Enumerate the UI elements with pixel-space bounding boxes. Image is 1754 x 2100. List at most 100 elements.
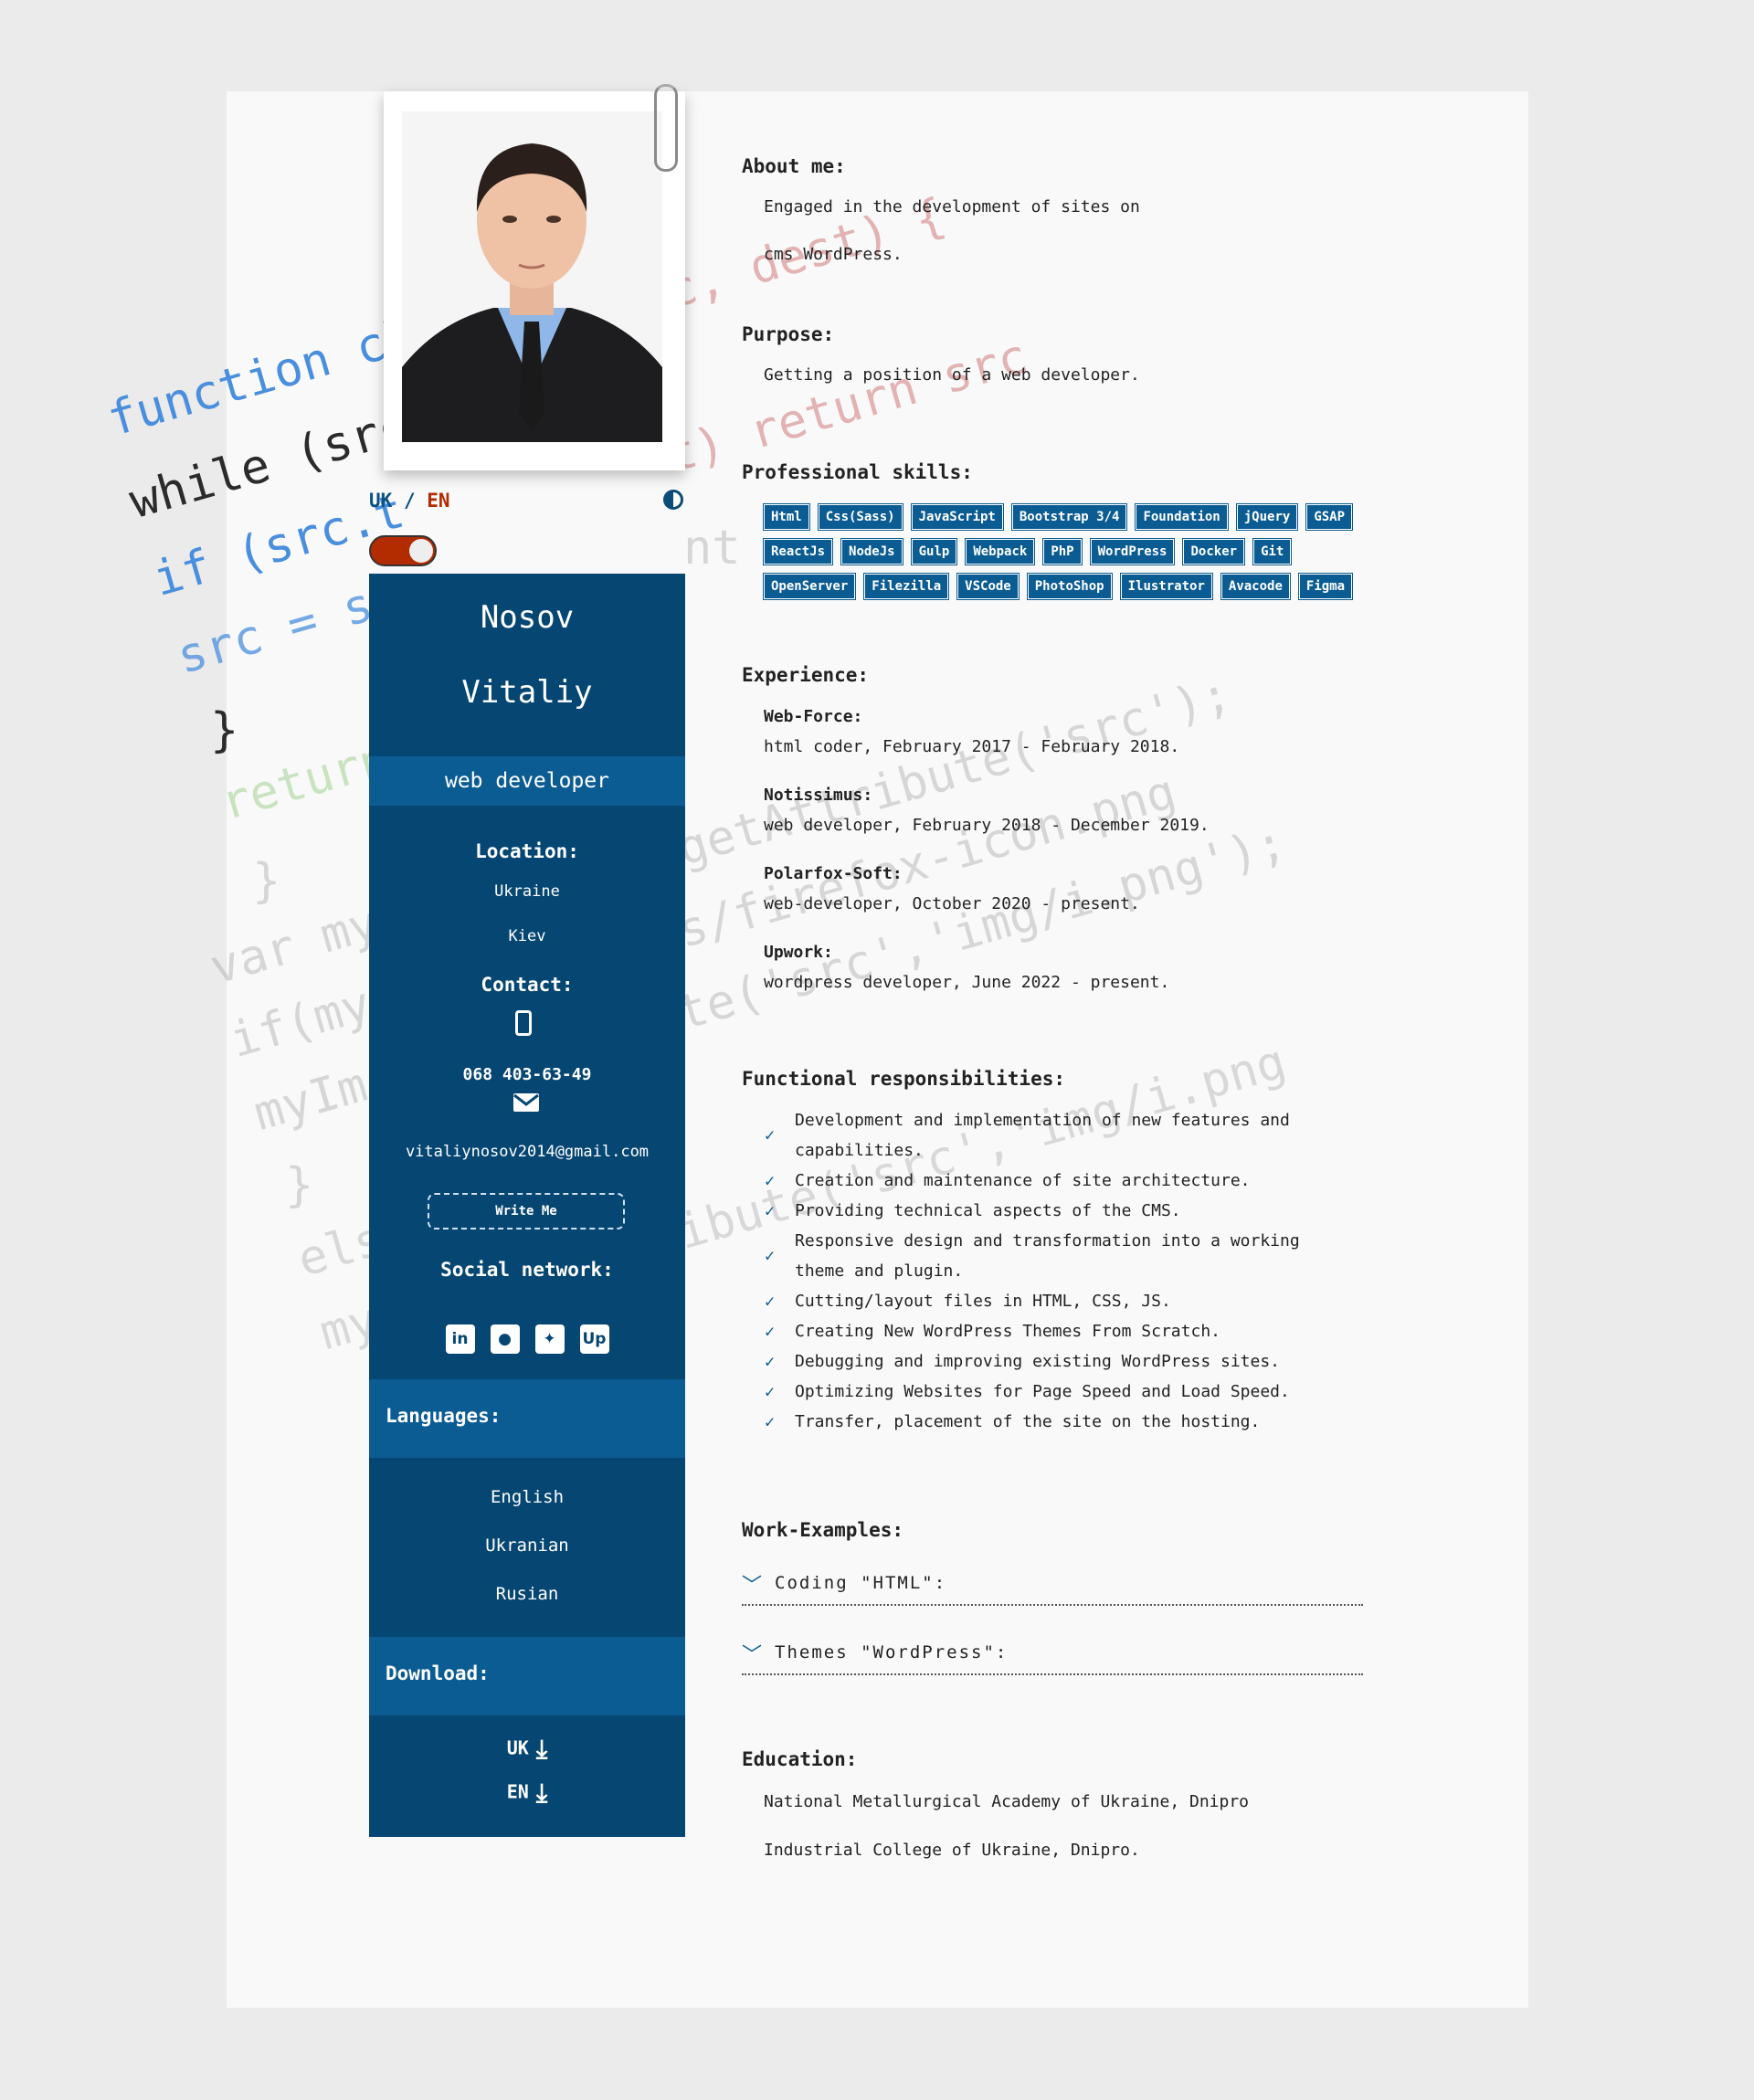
github-icon[interactable]: ●: [490, 1324, 520, 1354]
paperclip-icon: [654, 84, 678, 172]
toggle-knob: [409, 539, 433, 563]
checkmark-icon: ✓: [764, 1383, 777, 1400]
chevron-down-icon: ﹀: [742, 1644, 763, 1667]
skill-tag: ReactJs: [762, 538, 834, 565]
skill-tag: JavaScript: [910, 503, 1004, 531]
skill-tag: NodeJs: [840, 538, 903, 565]
skill-tag: Html: [763, 503, 810, 531]
language-item: Rusian: [495, 1584, 559, 1604]
location-country: Ukraine: [494, 882, 560, 901]
job-detail: web developer, February 2018 - December …: [764, 816, 1210, 835]
skill-tag: PhotoShop: [1026, 573, 1113, 600]
contact-title: Contact:: [481, 974, 574, 996]
skill-tag: Webpack: [965, 538, 1036, 565]
lang-separator: /: [403, 490, 416, 512]
experience-title: Experience:: [742, 664, 870, 686]
responsibility-item: ✓ Cutting/layout files in HTML, CSS, JS.: [764, 1286, 1348, 1316]
responsibility-item: ✓ Optimizing Websites for Page Speed and …: [764, 1377, 1348, 1407]
accordion-label: Coding "HTML":: [775, 1573, 947, 1593]
accordion-themes-wordpress[interactable]: ﹀ Themes "WordPress":: [742, 1637, 1363, 1675]
responsibility-text: Transfer, placement of the site on the h…: [795, 1412, 1261, 1431]
twitter-icon[interactable]: ✦: [534, 1324, 565, 1354]
job-detail: web-developer, October 2020 - present.: [764, 894, 1140, 913]
profile-photo: [402, 111, 662, 442]
responsibility-item: ✓ Responsive design and transformation in…: [764, 1226, 1348, 1286]
responsibility-item: ✓ Providing technical aspects of the CMS.: [764, 1196, 1348, 1226]
upwork-icon[interactable]: Up: [579, 1324, 609, 1354]
download-uk-link[interactable]: UK ⤓: [369, 1734, 685, 1765]
responsibility-item: ✓ Transfer, placement of the site on the …: [764, 1407, 1348, 1437]
job-company: Web-Force:: [764, 707, 863, 726]
responsibilities-list: ✓ Development and implementation of new f…: [764, 1105, 1348, 1437]
skill-tag: Ilustrator: [1119, 573, 1213, 600]
checkmark-icon: ✓: [764, 1323, 777, 1340]
skill-tag: Foundation: [1135, 503, 1229, 531]
checkmark-icon: ✓: [764, 1126, 777, 1145]
purpose-title: Purpose:: [742, 323, 835, 345]
download-title: Download:: [386, 1662, 490, 1684]
responsibility-item: ✓ Development and implementation of new f…: [764, 1105, 1348, 1166]
job-detail: wordpress developer, June 2022 - present…: [764, 973, 1170, 992]
responsibility-item: ✓ Debugging and improving existing WordPr…: [764, 1346, 1348, 1377]
skill-tag: PhP: [1042, 538, 1083, 565]
skill-tag: Docker: [1182, 538, 1246, 565]
sidebar: Nosov Vitaliy web developer Location: Uk…: [369, 574, 685, 1837]
phone-number[interactable]: 068 403-63-49: [369, 1065, 685, 1084]
skills-list: Html Css(Sass) JavaScript Bootstrap 3/4 Foun…: [762, 503, 1385, 600]
phone-icon: [515, 1010, 532, 1036]
responsibility-text: Providing technical aspects of the CMS.: [795, 1201, 1181, 1220]
skill-tag: Css(Sass): [817, 503, 903, 531]
skill-tag: Gulp: [910, 538, 958, 565]
download-en-link[interactable]: EN ⤓: [369, 1778, 685, 1809]
social-title: Social network:: [440, 1259, 614, 1281]
skill-tag: Git: [1252, 538, 1293, 565]
job-company: Notissimus:: [764, 786, 873, 805]
language-item: English: [490, 1487, 565, 1507]
languages-band: Languages:: [369, 1379, 685, 1458]
language-item: Ukranian: [485, 1535, 569, 1556]
skill-tag: VSCode: [956, 573, 1020, 600]
lang-en-link[interactable]: EN: [427, 490, 449, 512]
download-band: Download:: [369, 1637, 685, 1715]
download-en-label: EN: [506, 1780, 529, 1803]
about-text: Engaged in the development of sites on: [764, 197, 1140, 216]
responsibilities-title: Functional responsibilities:: [742, 1068, 1066, 1090]
lang-uk-link[interactable]: UK: [369, 490, 392, 512]
role-banner: web developer: [369, 756, 685, 806]
last-name: Vitaliy: [461, 674, 593, 711]
responsibility-item: ✓ Creation and maintenance of site archit…: [764, 1166, 1348, 1196]
first-name: Nosov: [480, 599, 575, 636]
skill-tag: WordPress: [1089, 538, 1176, 565]
write-me-button[interactable]: Write Me: [428, 1193, 625, 1229]
accordion-coding-html[interactable]: ﹀ Coding "HTML":: [742, 1567, 1363, 1606]
skill-tag: Bootstrap 3/4: [1010, 503, 1128, 531]
about-text: cms WordPress.: [764, 245, 903, 264]
skill-tag: Filezilla: [863, 573, 950, 600]
profile-photo-frame: [384, 91, 685, 470]
contrast-icon[interactable]: [663, 490, 683, 510]
location-city: Kiev: [508, 927, 546, 945]
skill-tag: jQuery: [1235, 503, 1299, 531]
checkmark-icon: ✓: [764, 1413, 777, 1430]
location-title: Location:: [475, 840, 579, 862]
checkmark-icon: ✓: [764, 1293, 777, 1310]
about-title: About me:: [742, 155, 846, 177]
skills-title: Professional skills:: [742, 461, 973, 483]
responsibility-text: Cutting/layout files in HTML, CSS, JS.: [795, 1292, 1171, 1311]
email-link[interactable]: vitaliynosov2014@gmail.com: [369, 1143, 685, 1161]
job-company: Upwork:: [764, 943, 833, 962]
linkedin-icon[interactable]: in: [445, 1324, 475, 1354]
job-company: Polarfox-Soft:: [764, 864, 903, 883]
languages-title: Languages:: [386, 1405, 502, 1427]
education-item: Industrial College of Ukraine, Dnipro.: [764, 1841, 1140, 1860]
responsibility-text: Optimizing Websites for Page Speed and L…: [795, 1382, 1290, 1401]
responsibility-text: theme and plugin.: [795, 1261, 964, 1281]
skill-tag: Figma: [1297, 573, 1354, 600]
language-switcher: UK / EN: [369, 490, 450, 512]
chevron-down-icon: ﹀: [742, 1575, 763, 1598]
responsibility-text: Responsive design and transformation int…: [795, 1231, 1300, 1251]
theme-toggle[interactable]: [369, 535, 437, 566]
accordion-label: Themes "WordPress":: [775, 1642, 1009, 1662]
responsibility-text: Development and implementation of new fe…: [795, 1111, 1290, 1130]
job-detail: html coder, February 2017 - February 201…: [764, 737, 1180, 756]
